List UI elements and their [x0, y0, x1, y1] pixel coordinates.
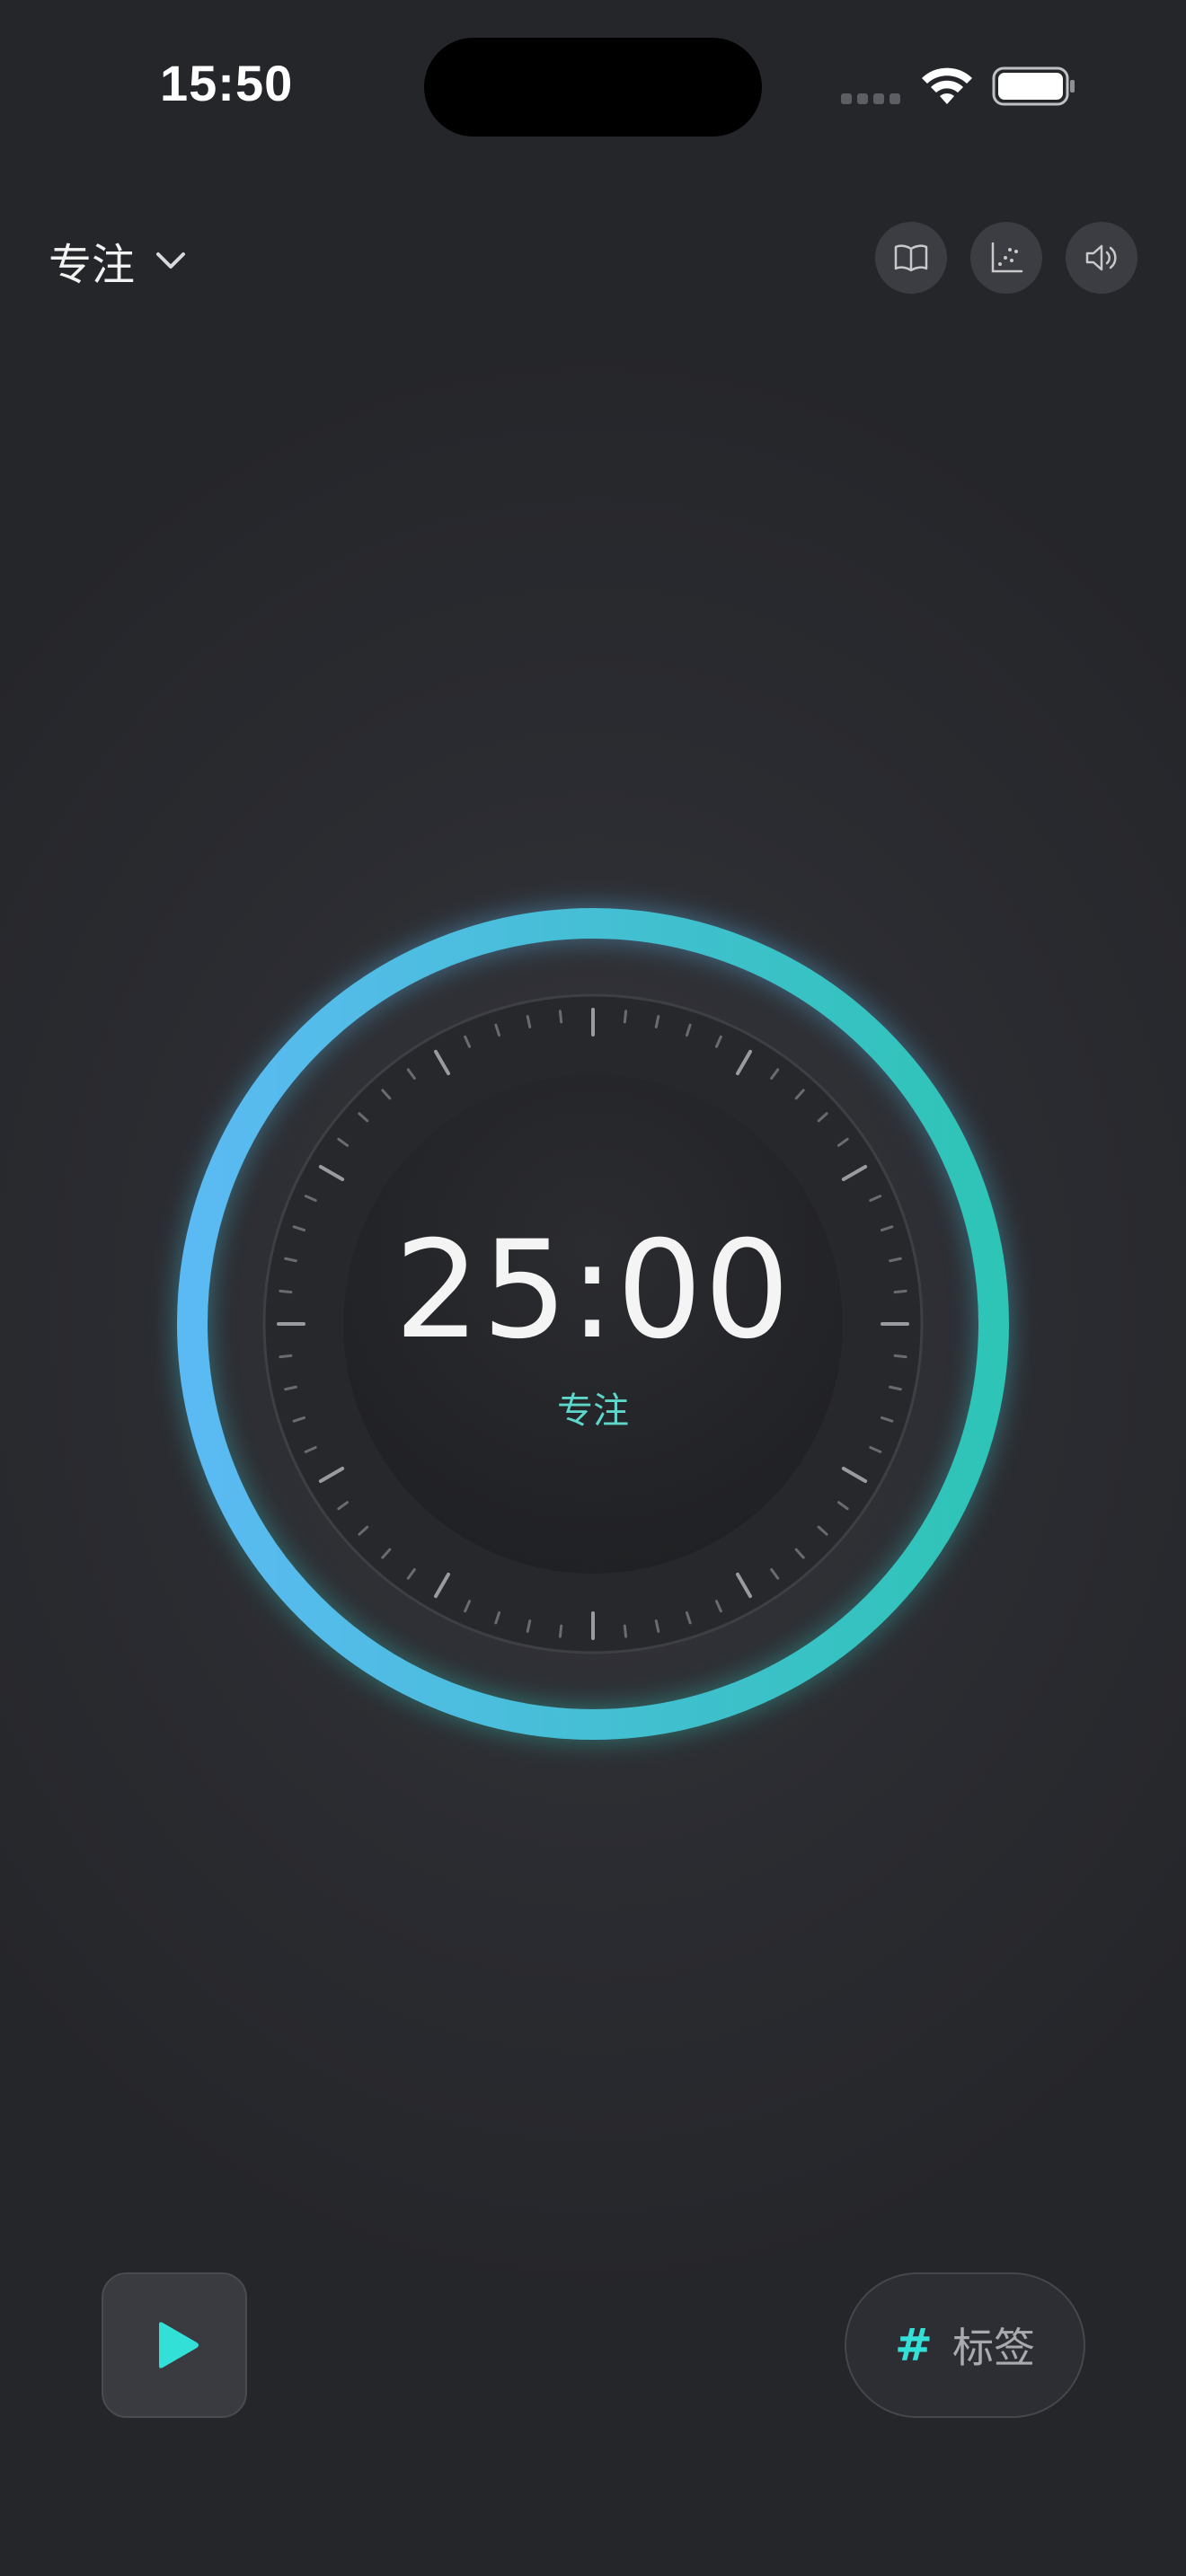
dynamic-island — [424, 38, 762, 137]
timer-dial[interactable]: 25:00 专注 — [176, 907, 1010, 1741]
hash-icon: # — [895, 2319, 933, 2371]
chevron-down-icon — [156, 252, 186, 269]
sound-button[interactable] — [1066, 222, 1137, 294]
mode-selector[interactable]: 专注 — [49, 229, 187, 292]
tag-button[interactable]: # 标签 — [845, 2272, 1085, 2418]
battery-icon — [992, 66, 1075, 106]
play-button[interactable] — [102, 2272, 247, 2418]
timer-time: 25:00 — [394, 1213, 792, 1369]
tag-label: 标签 — [951, 2324, 1035, 2372]
book-button[interactable] — [875, 222, 947, 294]
header-actions — [875, 222, 1137, 294]
book-icon — [894, 244, 928, 272]
speaker-icon — [1085, 244, 1117, 271]
play-icon — [159, 2322, 199, 2369]
chart-icon — [991, 242, 1023, 273]
wifi-icon — [922, 67, 972, 104]
cellular-signal-icon — [841, 93, 900, 104]
timer-mode-label: 专注 — [557, 1390, 629, 1432]
status-time: 15:50 — [160, 55, 294, 111]
statistics-button[interactable] — [970, 222, 1042, 294]
mode-selector-label: 专注 — [49, 240, 136, 290]
timer-center: 25:00 专注 — [176, 907, 1010, 1741]
